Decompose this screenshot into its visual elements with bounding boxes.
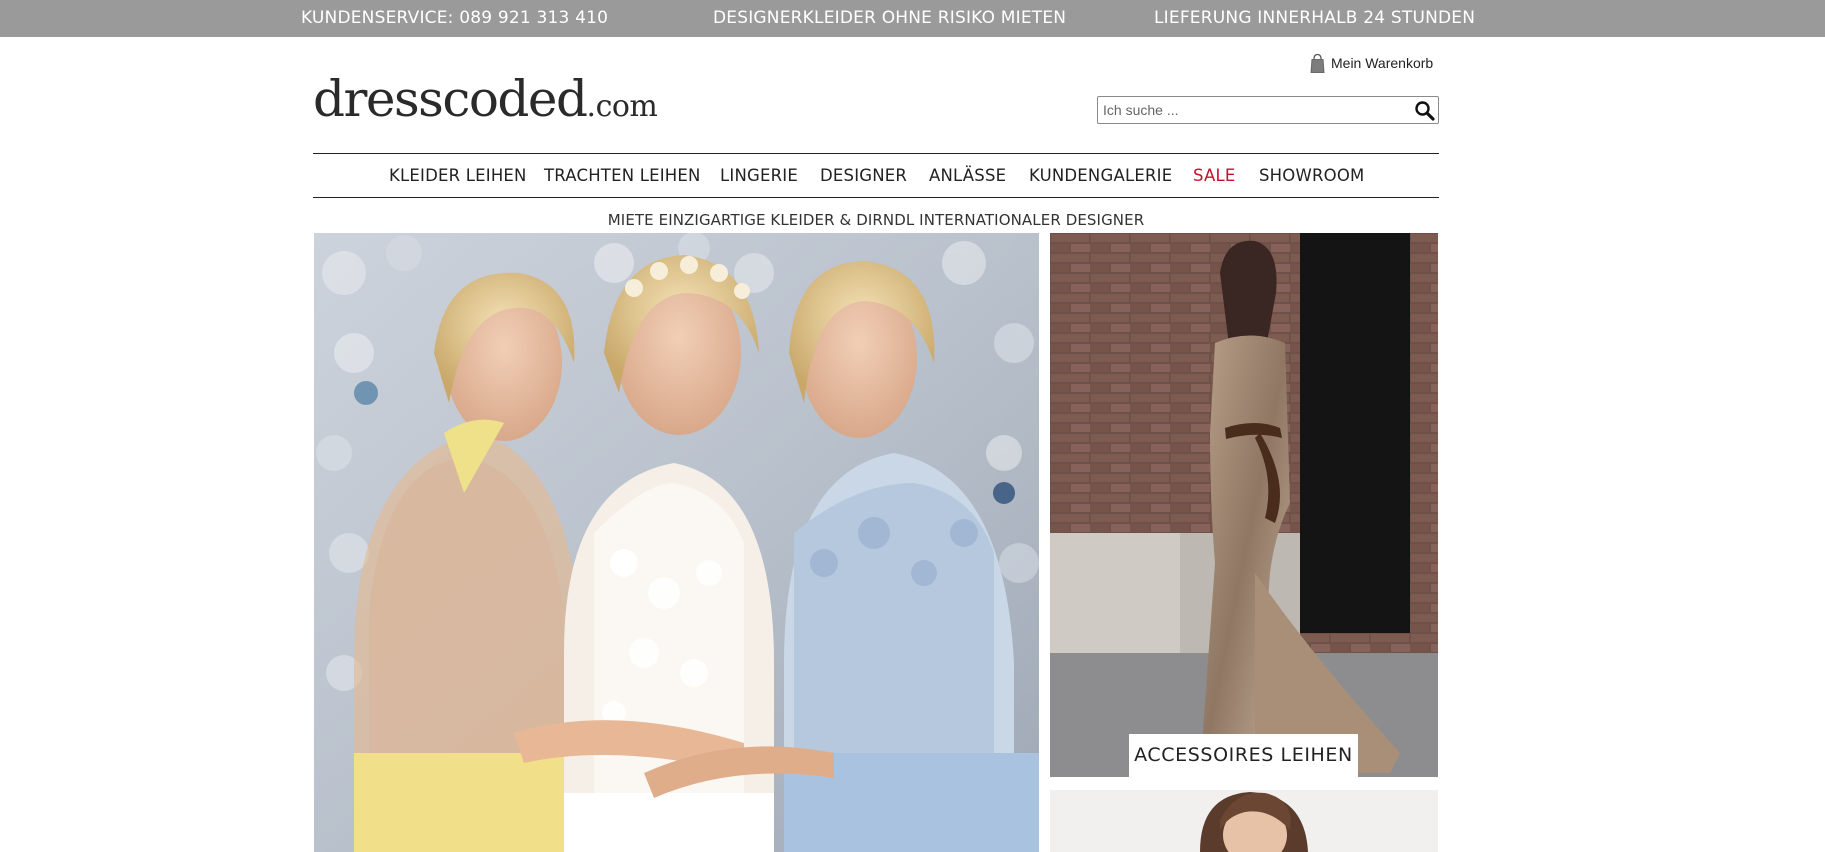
delivery-text: LIEFERUNG INNERHALB 24 STUNDEN: [1154, 8, 1476, 28]
logo-wordmark: dresscoded: [313, 70, 588, 128]
nav-item-designer[interactable]: DESIGNER: [820, 166, 907, 185]
customer-service-text: KUNDENSERVICE: 089 921 313 410: [301, 8, 609, 28]
nav-item-anlaesse[interactable]: ANLÄSSE: [929, 166, 1006, 185]
hero-image-portrait[interactable]: [1050, 790, 1438, 852]
top-info-bar: KUNDENSERVICE: 089 921 313 410 DESIGNERK…: [0, 0, 1825, 37]
logo-tld: .com: [586, 89, 658, 124]
nav-item-sale[interactable]: SALE: [1193, 166, 1236, 185]
search-box: [1097, 96, 1439, 124]
cart-label: Mein Warenkorb: [1331, 55, 1434, 71]
search-icon[interactable]: [1414, 100, 1435, 121]
site-logo[interactable]: dresscoded.com: [313, 70, 658, 132]
hero-image-dirndl[interactable]: [314, 233, 1039, 852]
promise-text: DESIGNERKLEIDER OHNE RISIKO MIETEN: [713, 8, 1067, 28]
search-input[interactable]: [1101, 99, 1401, 121]
accessories-link[interactable]: ACCESSOIRES LEIHEN: [1129, 734, 1358, 777]
nav-item-kleider-leihen[interactable]: KLEIDER LEIHEN: [389, 166, 527, 185]
nav-item-kundengalerie[interactable]: KUNDENGALERIE: [1029, 166, 1172, 185]
hero-image-evening-gown[interactable]: [1050, 233, 1438, 777]
nav-item-showroom[interactable]: SHOWROOM: [1259, 166, 1364, 185]
shopping-bag-icon: [1310, 53, 1325, 74]
nav-item-trachten-leihen[interactable]: TRACHTEN LEIHEN: [544, 166, 701, 185]
main-navigation: KLEIDER LEIHEN TRACHTEN LEIHEN LINGERIE …: [313, 153, 1439, 198]
tagline: MIETE EINZIGARTIGE KLEIDER & DIRNDL INTE…: [607, 211, 1145, 229]
cart-link[interactable]: Mein Warenkorb: [1310, 52, 1433, 74]
nav-item-lingerie[interactable]: LINGERIE: [720, 166, 798, 185]
